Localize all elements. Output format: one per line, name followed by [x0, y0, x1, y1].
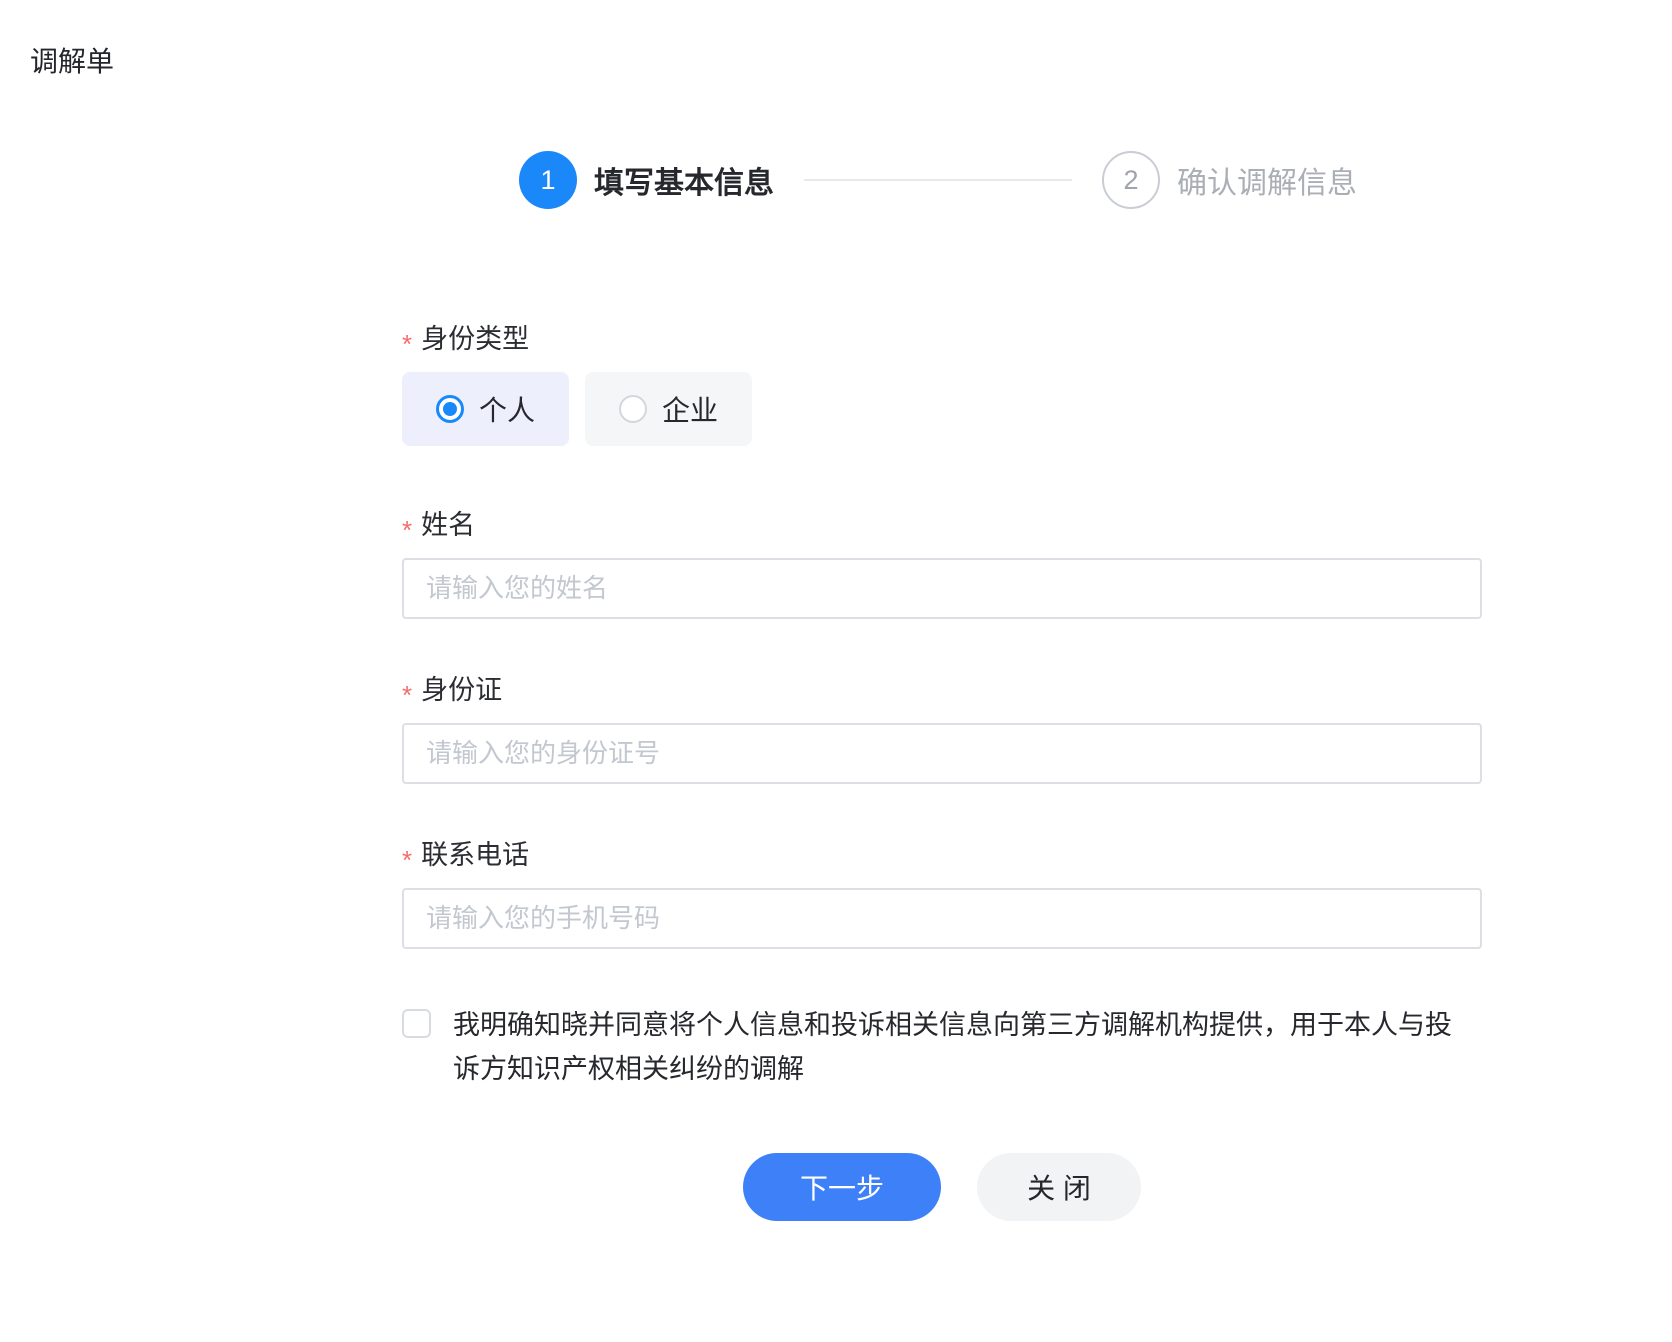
- radio-option-individual[interactable]: 个人: [402, 372, 569, 446]
- stepper-step-1: 1 填写基本信息: [519, 151, 774, 209]
- radio-unselected-icon: [619, 395, 647, 423]
- required-asterisk: *: [402, 678, 412, 712]
- radio-option-individual-label: 个人: [479, 389, 535, 429]
- radio-selected-icon: [436, 395, 464, 423]
- required-asterisk: *: [402, 513, 412, 547]
- identity-type-radio-group: 个人 企业: [402, 372, 1482, 446]
- id-card-field-group: * 身份证: [402, 673, 1482, 784]
- name-label-row: * 姓名: [402, 508, 1482, 542]
- required-asterisk: *: [402, 843, 412, 877]
- id-card-input[interactable]: [402, 723, 1482, 784]
- form-actions: 下一步 关 闭: [402, 1153, 1482, 1221]
- agreement-row: 我明确知晓并同意将个人信息和投诉相关信息向第三方调解机构提供，用于本人与投诉方知…: [402, 1003, 1482, 1091]
- radio-option-enterprise-label: 企业: [662, 389, 718, 429]
- stepper: 1 填写基本信息 2 确认调解信息: [519, 151, 1357, 209]
- step-1-number-badge: 1: [519, 151, 577, 209]
- stepper-step-2: 2 确认调解信息: [1102, 151, 1357, 209]
- name-field-group: * 姓名: [402, 508, 1482, 619]
- name-label: 姓名: [421, 508, 475, 542]
- phone-label: 联系电话: [421, 838, 529, 872]
- identity-type-label-row: * 身份类型: [402, 322, 1482, 356]
- identity-type-label: 身份类型: [421, 322, 529, 356]
- basic-info-form: * 身份类型 个人 企业 * 姓名 *: [402, 322, 1482, 1221]
- id-card-label-row: * 身份证: [402, 673, 1482, 707]
- agreement-checkbox[interactable]: [402, 1009, 431, 1038]
- radio-option-enterprise[interactable]: 企业: [585, 372, 752, 446]
- phone-field-group: * 联系电话: [402, 838, 1482, 949]
- identity-type-group: * 身份类型 个人 企业: [402, 322, 1482, 446]
- step-2-label: 确认调解信息: [1177, 158, 1357, 202]
- mediation-form-page: 调解单 1 填写基本信息 2 确认调解信息 * 身份类型 个人: [0, 0, 1672, 1342]
- step-1-label: 填写基本信息: [594, 158, 774, 202]
- required-asterisk: *: [402, 327, 412, 361]
- phone-input[interactable]: [402, 888, 1482, 949]
- page-title: 调解单: [30, 40, 114, 80]
- id-card-label: 身份证: [421, 673, 502, 707]
- agreement-text: 我明确知晓并同意将个人信息和投诉相关信息向第三方调解机构提供，用于本人与投诉方知…: [453, 1003, 1465, 1091]
- name-input[interactable]: [402, 558, 1482, 619]
- next-step-button[interactable]: 下一步: [743, 1153, 941, 1221]
- stepper-connector-line: [804, 179, 1072, 181]
- step-2-number-badge: 2: [1102, 151, 1160, 209]
- close-button[interactable]: 关 闭: [977, 1153, 1141, 1221]
- phone-label-row: * 联系电话: [402, 838, 1482, 872]
